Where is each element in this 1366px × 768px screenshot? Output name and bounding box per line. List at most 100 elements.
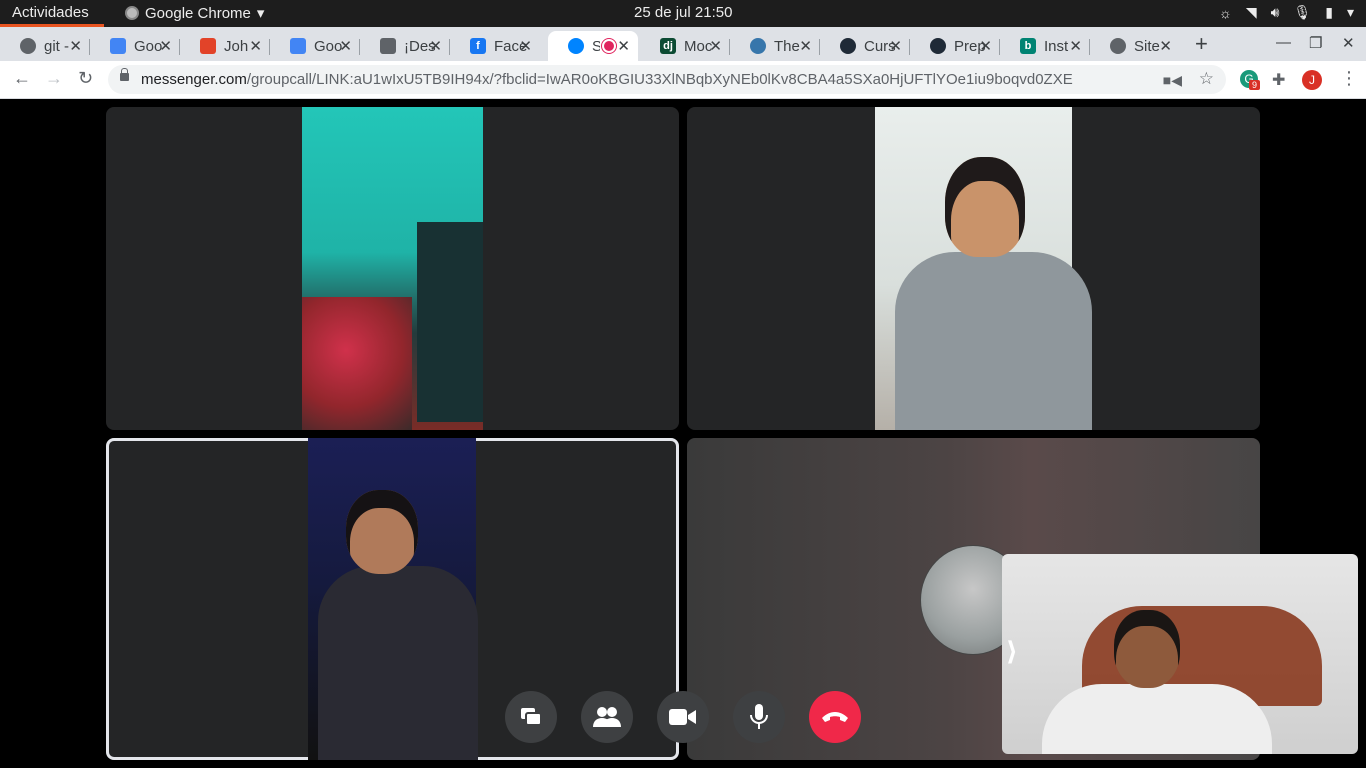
tab-title: S	[592, 37, 600, 55]
gitlab-icon	[200, 38, 216, 54]
app-menu[interactable]: Google Chrome ▾	[125, 4, 264, 22]
blanket	[302, 297, 412, 430]
tab[interactable]: f Face ✕	[450, 31, 540, 61]
system-menu-icon: ▾	[1346, 4, 1354, 20]
book-icon	[380, 38, 396, 54]
close-icon[interactable]: ✕	[617, 37, 630, 55]
camera-icon	[669, 709, 696, 725]
tab[interactable]: dj Moc ✕	[640, 31, 730, 61]
screen-share-button[interactable]	[505, 691, 557, 743]
tab[interactable]: b Inst ✕	[1000, 31, 1090, 61]
close-icon[interactable]: ✕	[159, 37, 172, 55]
tab[interactable]: Curs ✕	[820, 31, 910, 61]
wifi-icon: ◥	[1245, 4, 1257, 20]
app-menu-label: Google Chrome	[145, 4, 251, 22]
close-icon[interactable]: ✕	[1069, 37, 1082, 55]
self-view-video[interactable]: ⟩	[1002, 554, 1358, 754]
tab[interactable]: Goo ✕	[270, 31, 360, 61]
profile-avatar[interactable]: J	[1302, 70, 1322, 90]
end-call-button[interactable]	[809, 691, 861, 743]
browser-toolbar: ← → ↻ messenger.com/groupcall/LINK:aU1wI…	[0, 61, 1366, 99]
close-icon[interactable]: ✕	[889, 37, 902, 55]
camera-in-use-icon[interactable]: ■◀	[1163, 72, 1182, 89]
close-icon[interactable]: ✕	[339, 37, 352, 55]
call-controls	[505, 691, 861, 743]
facebook-icon: f	[470, 38, 486, 54]
close-window-icon[interactable]: ✕	[1342, 34, 1355, 52]
url-path: /groupcall/LINK:aU1wIxU5TB9IH94x/?fbclid…	[246, 71, 1073, 88]
tab[interactable]: git - ✕	[0, 31, 90, 61]
participants-icon	[593, 707, 621, 727]
participant-video	[302, 107, 483, 430]
minimize-icon[interactable]: —	[1276, 34, 1291, 51]
tab[interactable]: The ✕	[730, 31, 820, 61]
self-head	[1114, 610, 1180, 688]
close-icon[interactable]: ✕	[69, 37, 82, 55]
close-icon[interactable]: ✕	[429, 37, 442, 55]
close-icon[interactable]: ✕	[799, 37, 812, 55]
google-docs-icon	[290, 38, 306, 54]
participant-person	[895, 157, 1092, 430]
close-icon[interactable]: ✕	[249, 37, 262, 55]
microphone-button[interactable]	[733, 691, 785, 743]
extensions-puzzle-icon[interactable]: ✚	[1272, 70, 1285, 90]
participant-head	[346, 490, 418, 574]
tab[interactable]: ¡Des ✕	[360, 31, 450, 61]
participants-button[interactable]	[581, 691, 633, 743]
globe-icon	[20, 38, 36, 54]
tab-strip: git - ✕ Goo ✕ Joh ✕ Goo ✕ ¡Des ✕ f Face …	[0, 27, 1366, 61]
participant-body	[895, 252, 1092, 430]
bing-icon: b	[1020, 38, 1036, 54]
back-icon[interactable]: ←	[13, 68, 31, 89]
python-icon	[750, 38, 766, 54]
restore-icon[interactable]: ❐	[1309, 34, 1322, 52]
bookshelf	[417, 222, 483, 422]
tab[interactable]: Site ✕	[1090, 31, 1180, 61]
tab[interactable]: Joh ✕	[180, 31, 270, 61]
address-bar[interactable]: messenger.com/groupcall/LINK:aU1wIxU5TB9…	[108, 65, 1226, 94]
globe-icon	[1110, 38, 1126, 54]
close-icon[interactable]: ✕	[519, 37, 532, 55]
screen-share-icon	[521, 708, 542, 726]
camera-button[interactable]	[657, 691, 709, 743]
system-top-bar: Actividades Google Chrome ▾ 25 de jul 21…	[0, 0, 1366, 27]
microphone-icon: 🎙︎	[1293, 4, 1312, 20]
reload-icon[interactable]: ↻	[78, 68, 93, 89]
messenger-icon	[568, 38, 584, 54]
lock-icon	[120, 68, 129, 81]
battery-icon: ▮	[1325, 4, 1333, 20]
django-icon: dj	[660, 38, 676, 54]
recording-icon	[602, 39, 616, 53]
url-text[interactable]: messenger.com/groupcall/LINK:aU1wIxU5TB9…	[141, 71, 1073, 88]
tab-active[interactable]: S ✕	[548, 31, 638, 61]
system-tray[interactable]: ☼ ◥ 🔊︎ 🎙︎ ▮ ▾	[1219, 4, 1354, 21]
participant-video	[875, 107, 1092, 430]
self-body	[1042, 684, 1272, 754]
menu-kebab-icon[interactable]: ⋮	[1340, 68, 1358, 89]
url-host: messenger.com	[141, 71, 247, 88]
bookmark-star-icon[interactable]: ☆	[1199, 69, 1214, 89]
extension-badge: 9	[1249, 80, 1261, 90]
end-call-icon	[822, 712, 848, 722]
chrome-icon	[125, 6, 139, 20]
forward-icon[interactable]: →	[45, 68, 63, 89]
close-icon[interactable]: ✕	[979, 37, 992, 55]
google-docs-icon	[110, 38, 126, 54]
platzi-icon	[840, 38, 856, 54]
clock[interactable]: 25 de jul 21:50	[634, 4, 732, 21]
tab[interactable]: Prep ✕	[910, 31, 1000, 61]
participant-tile[interactable]	[106, 107, 679, 430]
participant-body	[318, 566, 478, 760]
platzi-icon	[930, 38, 946, 54]
participant-head	[945, 157, 1025, 257]
participant-tile[interactable]	[687, 107, 1260, 430]
participant-video	[308, 438, 478, 760]
tab[interactable]: Goo ✕	[90, 31, 180, 61]
close-icon[interactable]: ✕	[1159, 37, 1172, 55]
new-tab-button[interactable]: +	[1195, 31, 1208, 57]
microphone-icon	[750, 704, 768, 729]
caret-down-icon: ▾	[256, 5, 265, 22]
activities-button[interactable]: Actividades	[12, 4, 89, 21]
close-icon[interactable]: ✕	[709, 37, 722, 55]
collapse-chevron-icon[interactable]: ⟩	[1006, 636, 1018, 667]
